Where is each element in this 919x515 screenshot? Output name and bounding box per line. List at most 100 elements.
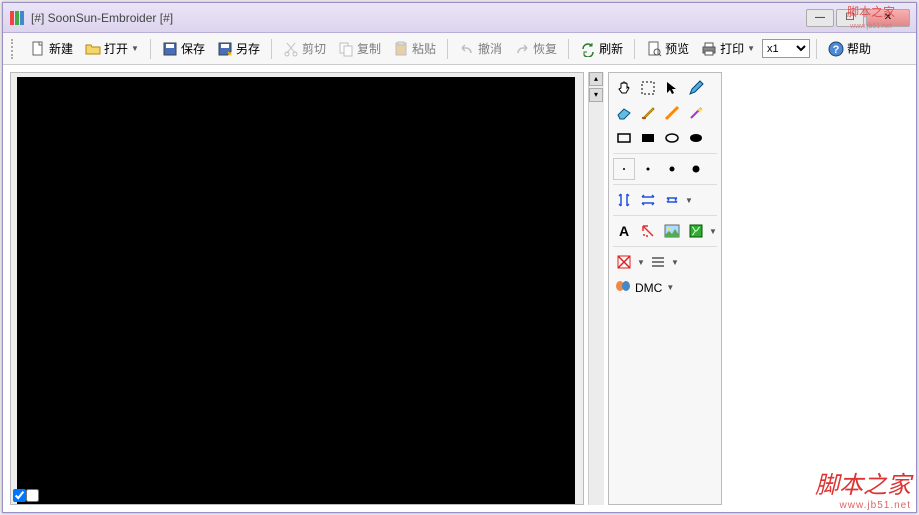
paste-button[interactable]: 粘贴	[388, 38, 441, 59]
content-area: ▴ ▾	[4, 66, 915, 511]
line-draw-tool[interactable]	[661, 102, 683, 124]
cut-icon	[283, 41, 299, 57]
toolbar-handle[interactable]	[11, 39, 17, 59]
stitch-vert-tool[interactable]	[613, 189, 635, 211]
open-button[interactable]: 打开 ▼	[80, 38, 144, 59]
saveas-label: 另存	[236, 40, 260, 57]
spray-tool[interactable]	[637, 220, 659, 242]
watermark-bottom: 脚本之家 www.jb51.net	[815, 465, 911, 511]
help-button[interactable]: ? 帮助	[823, 38, 876, 59]
save-icon	[162, 41, 178, 57]
scroll-down-button[interactable]: ▾	[589, 88, 603, 102]
pencil-tool[interactable]	[685, 77, 707, 99]
refresh-button[interactable]: 刷新	[575, 38, 628, 59]
separator	[568, 39, 569, 59]
point-tool-1[interactable]	[613, 158, 635, 180]
print-label: 打印	[720, 40, 744, 57]
tool-palette: ▼ A ▼ ▼ ▼ DMC ▼	[608, 72, 722, 505]
dmc-dropdown[interactable]: ▼	[666, 283, 674, 292]
watermark-main: 脚本之家	[815, 472, 911, 499]
scroll-up-button[interactable]: ▴	[589, 72, 603, 86]
undo-button[interactable]: 撤消	[454, 38, 507, 59]
vertical-scrollbar[interactable]: ▴ ▾	[588, 72, 604, 505]
canvas-checkboxes	[13, 489, 39, 502]
open-dropdown[interactable]: ▼	[131, 44, 139, 53]
undo-icon	[459, 41, 475, 57]
minimize-button[interactable]: —	[806, 9, 834, 27]
stitch-dropdown[interactable]: ▼	[685, 196, 693, 205]
save-label: 保存	[181, 40, 205, 57]
canvas[interactable]	[17, 77, 575, 505]
stitch-horiz-tool[interactable]	[637, 189, 659, 211]
thread-palette-button[interactable]: DMC ▼	[613, 276, 717, 299]
cross-dropdown[interactable]: ▼	[637, 258, 645, 267]
redo-button[interactable]: 恢复	[509, 38, 562, 59]
text-tool[interactable]: A	[613, 220, 635, 242]
thread-icon	[615, 280, 631, 295]
separator	[150, 39, 151, 59]
svg-text:www.jb51.net: www.jb51.net	[849, 23, 892, 30]
point-tool-3[interactable]	[661, 158, 683, 180]
wand-tool[interactable]	[685, 102, 707, 124]
undo-label: 撤消	[478, 40, 502, 57]
point-tool-2[interactable]	[637, 158, 659, 180]
titlebar: [#] SoonSun-Embroider [#] — ☐ ✕	[3, 3, 916, 33]
new-label: 新建	[49, 40, 73, 57]
pattern-tool[interactable]	[685, 220, 707, 242]
saveas-icon	[217, 41, 233, 57]
print-dropdown[interactable]: ▼	[747, 44, 755, 53]
line-dropdown[interactable]: ▼	[671, 258, 679, 267]
refresh-label: 刷新	[599, 40, 623, 57]
svg-text:脚本之家: 脚本之家	[847, 4, 895, 19]
canvas-container	[10, 72, 584, 505]
watermark-top: 脚本之家 www.jb51.net	[831, 2, 911, 32]
watermark-url: www.jb51.net	[815, 500, 911, 511]
copy-label: 复制	[357, 40, 381, 57]
ellipse-outline-tool[interactable]	[661, 127, 683, 149]
open-folder-icon	[85, 41, 101, 57]
right-panel	[726, 66, 915, 511]
zoom-select[interactable]: x1	[762, 39, 810, 58]
image-dropdown[interactable]: ▼	[709, 227, 717, 236]
separator	[816, 39, 817, 59]
paste-icon	[393, 41, 409, 57]
redo-icon	[514, 41, 530, 57]
new-file-icon	[30, 41, 46, 57]
eraser-tool[interactable]	[613, 102, 635, 124]
stitch-diag-tool[interactable]	[661, 189, 683, 211]
line-style-tool[interactable]	[647, 251, 669, 273]
canvas-check-1[interactable]	[13, 489, 26, 502]
rect-fill-tool[interactable]	[637, 127, 659, 149]
window-title: [#] SoonSun-Embroider [#]	[31, 11, 806, 25]
preview-icon	[646, 41, 662, 57]
cut-button[interactable]: 剪切	[278, 38, 331, 59]
brush-tool[interactable]	[637, 102, 659, 124]
image-tool[interactable]	[661, 220, 683, 242]
hand-tool[interactable]	[613, 77, 635, 99]
help-label: 帮助	[847, 40, 871, 57]
svg-text:?: ?	[833, 44, 840, 56]
rect-outline-tool[interactable]	[613, 127, 635, 149]
open-label: 打开	[104, 40, 128, 57]
new-button[interactable]: 新建	[25, 38, 78, 59]
svg-text:A: A	[619, 223, 629, 239]
canvas-check-2[interactable]	[26, 489, 39, 502]
separator	[634, 39, 635, 59]
saveas-button[interactable]: 另存	[212, 38, 265, 59]
print-icon	[701, 41, 717, 57]
copy-button[interactable]: 复制	[333, 38, 386, 59]
save-button[interactable]: 保存	[157, 38, 210, 59]
ellipse-fill-tool[interactable]	[685, 127, 707, 149]
marquee-tool[interactable]	[637, 77, 659, 99]
print-button[interactable]: 打印 ▼	[696, 38, 760, 59]
separator	[271, 39, 272, 59]
dmc-label: DMC	[635, 281, 662, 295]
preview-label: 预览	[665, 40, 689, 57]
copy-icon	[338, 41, 354, 57]
point-tool-4[interactable]	[685, 158, 707, 180]
pointer-tool[interactable]	[661, 77, 683, 99]
cross-stitch-tool[interactable]	[613, 251, 635, 273]
redo-label: 恢复	[533, 40, 557, 57]
preview-button[interactable]: 预览	[641, 38, 694, 59]
app-icon	[9, 10, 25, 26]
